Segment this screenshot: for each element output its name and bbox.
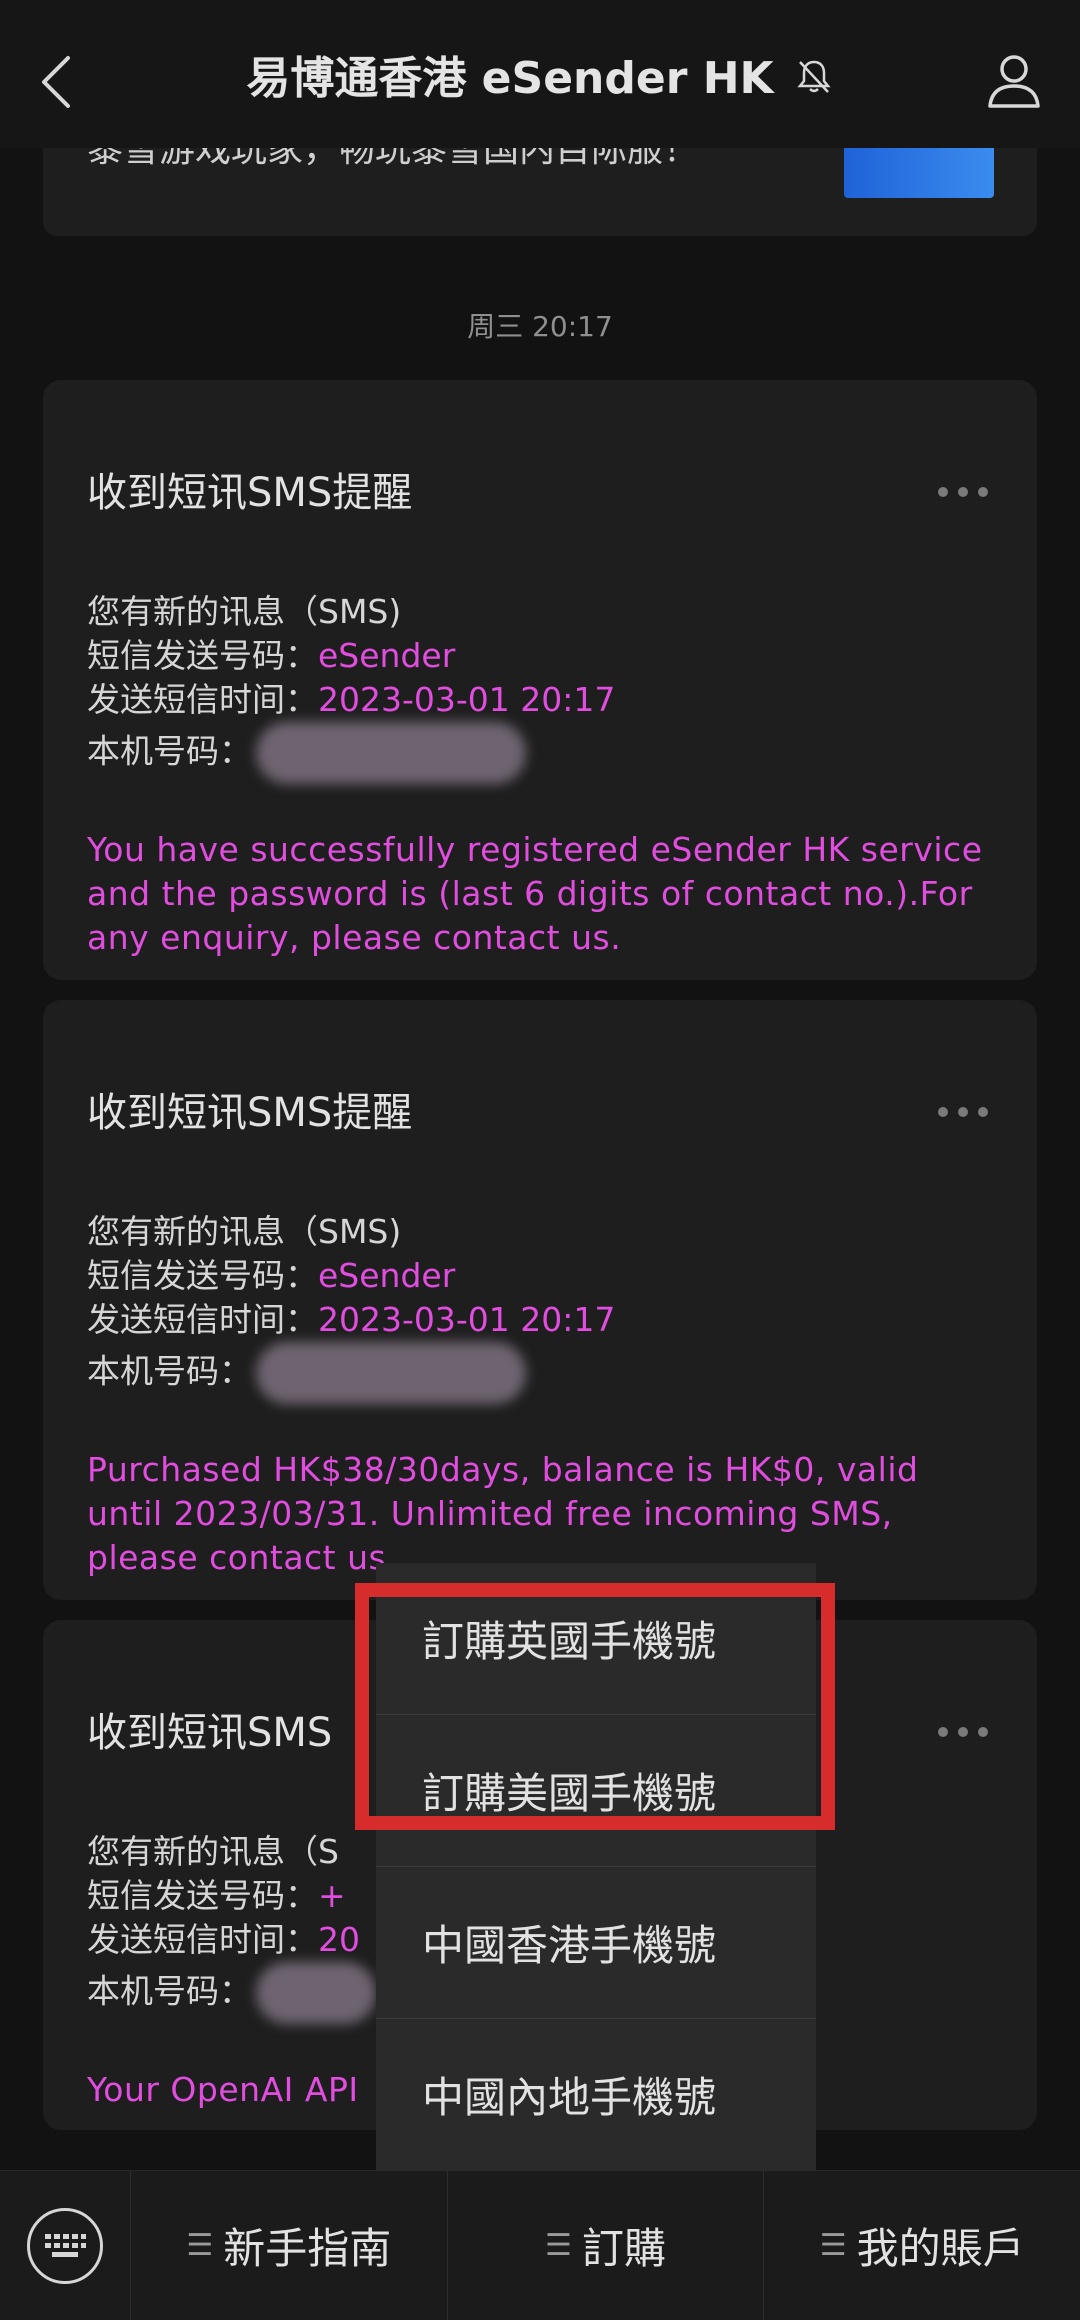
profile-button[interactable] bbox=[984, 50, 1044, 110]
timestamp: 周三 20:17 bbox=[467, 310, 613, 343]
nav-subscribe[interactable]: ☰ 訂購 bbox=[446, 2171, 764, 2320]
more-icon[interactable] bbox=[937, 1724, 989, 1740]
card-title: 收到短讯SMS提醒 bbox=[87, 470, 413, 516]
new-message-line: 您有新的讯息（SMS) bbox=[87, 592, 402, 631]
nav-beginners-guide[interactable]: ☰ 新手指南 bbox=[130, 2171, 447, 2320]
bell-off-icon bbox=[797, 60, 831, 93]
app-header: 易博通香港 eSender HK bbox=[0, 0, 1080, 148]
sms-card[interactable]: 收到短讯SMS提醒 您有新的讯息（SMS) 短信发送号码：eSender 发送短… bbox=[43, 380, 1037, 980]
sms-message: You have successfully registered eSender… bbox=[87, 830, 983, 957]
more-icon[interactable] bbox=[937, 484, 989, 500]
time-label: 发送短信时间： bbox=[87, 680, 318, 719]
time-label: 发送短信时间： bbox=[87, 1300, 318, 1339]
redacted-phone bbox=[256, 1962, 376, 2024]
redacted-phone bbox=[256, 1342, 526, 1404]
keyboard-button[interactable] bbox=[0, 2171, 130, 2320]
time-value: 2023-03-01 20:17 bbox=[318, 1300, 616, 1339]
bottom-nav: ☰ 新手指南 ☰ 訂購 ☰ 我的賬戶 bbox=[0, 2170, 1080, 2320]
nav-my-account[interactable]: ☰ 我的賬戶 bbox=[763, 2171, 1080, 2320]
sender-label: 短信发送号码： bbox=[87, 1256, 318, 1295]
nav-label: 訂購 bbox=[581, 2224, 666, 2273]
card-title: 收到短讯SMS bbox=[87, 1710, 333, 1756]
sms-card[interactable]: 收到短讯SMS提醒 您有新的讯息（SMS) 短信发送号码：eSender 发送短… bbox=[43, 1000, 1037, 1600]
sender-label: 短信发送号码： bbox=[87, 636, 318, 675]
sender-value: + bbox=[318, 1876, 346, 1915]
menu-item-us-number[interactable]: 訂購美國手機號 bbox=[376, 1715, 816, 1867]
new-message-line: 您有新的讯息（SMS) bbox=[87, 1212, 402, 1251]
time-label: 发送短信时间： bbox=[87, 1920, 318, 1959]
subscribe-popup-menu: 訂購英國手機號 訂購美國手機號 中國香港手機號 中國內地手機號 bbox=[376, 1563, 816, 2171]
phone-label: 本机号码： bbox=[87, 1971, 252, 2011]
person-icon bbox=[988, 55, 1040, 108]
menu-item-hk-number[interactable]: 中國香港手機號 bbox=[376, 1867, 816, 2019]
nav-label: 我的賬戶 bbox=[856, 2224, 1025, 2273]
time-value: 2023-03-01 20:17 bbox=[318, 680, 616, 719]
promo-image bbox=[844, 140, 994, 198]
menu-lines-icon: ☰ bbox=[186, 2228, 214, 2263]
menu-item-uk-number[interactable]: 訂購英國手機號 bbox=[376, 1563, 816, 1715]
redacted-phone bbox=[256, 722, 526, 784]
card-title: 收到短讯SMS提醒 bbox=[87, 1090, 413, 1136]
nav-label: 新手指南 bbox=[223, 2224, 392, 2273]
phone-label: 本机号码： bbox=[87, 731, 252, 771]
time-value: 20 bbox=[318, 1920, 360, 1959]
sms-message: Purchased HK$38/30days, balance is HK$0,… bbox=[87, 1450, 919, 1577]
menu-item-mainland-number[interactable]: 中國內地手機號 bbox=[376, 2019, 816, 2170]
sender-value: eSender bbox=[318, 1256, 456, 1295]
more-icon[interactable] bbox=[937, 1104, 989, 1120]
menu-lines-icon: ☰ bbox=[545, 2228, 572, 2263]
sender-label: 短信发送号码： bbox=[87, 1876, 318, 1915]
menu-lines-icon: ☰ bbox=[819, 2228, 847, 2263]
sender-value: eSender bbox=[318, 636, 456, 675]
keyboard-icon bbox=[45, 2233, 86, 2257]
page-title: 易博通香港 eSender HK bbox=[246, 53, 774, 104]
phone-label: 本机号码： bbox=[87, 1351, 252, 1391]
